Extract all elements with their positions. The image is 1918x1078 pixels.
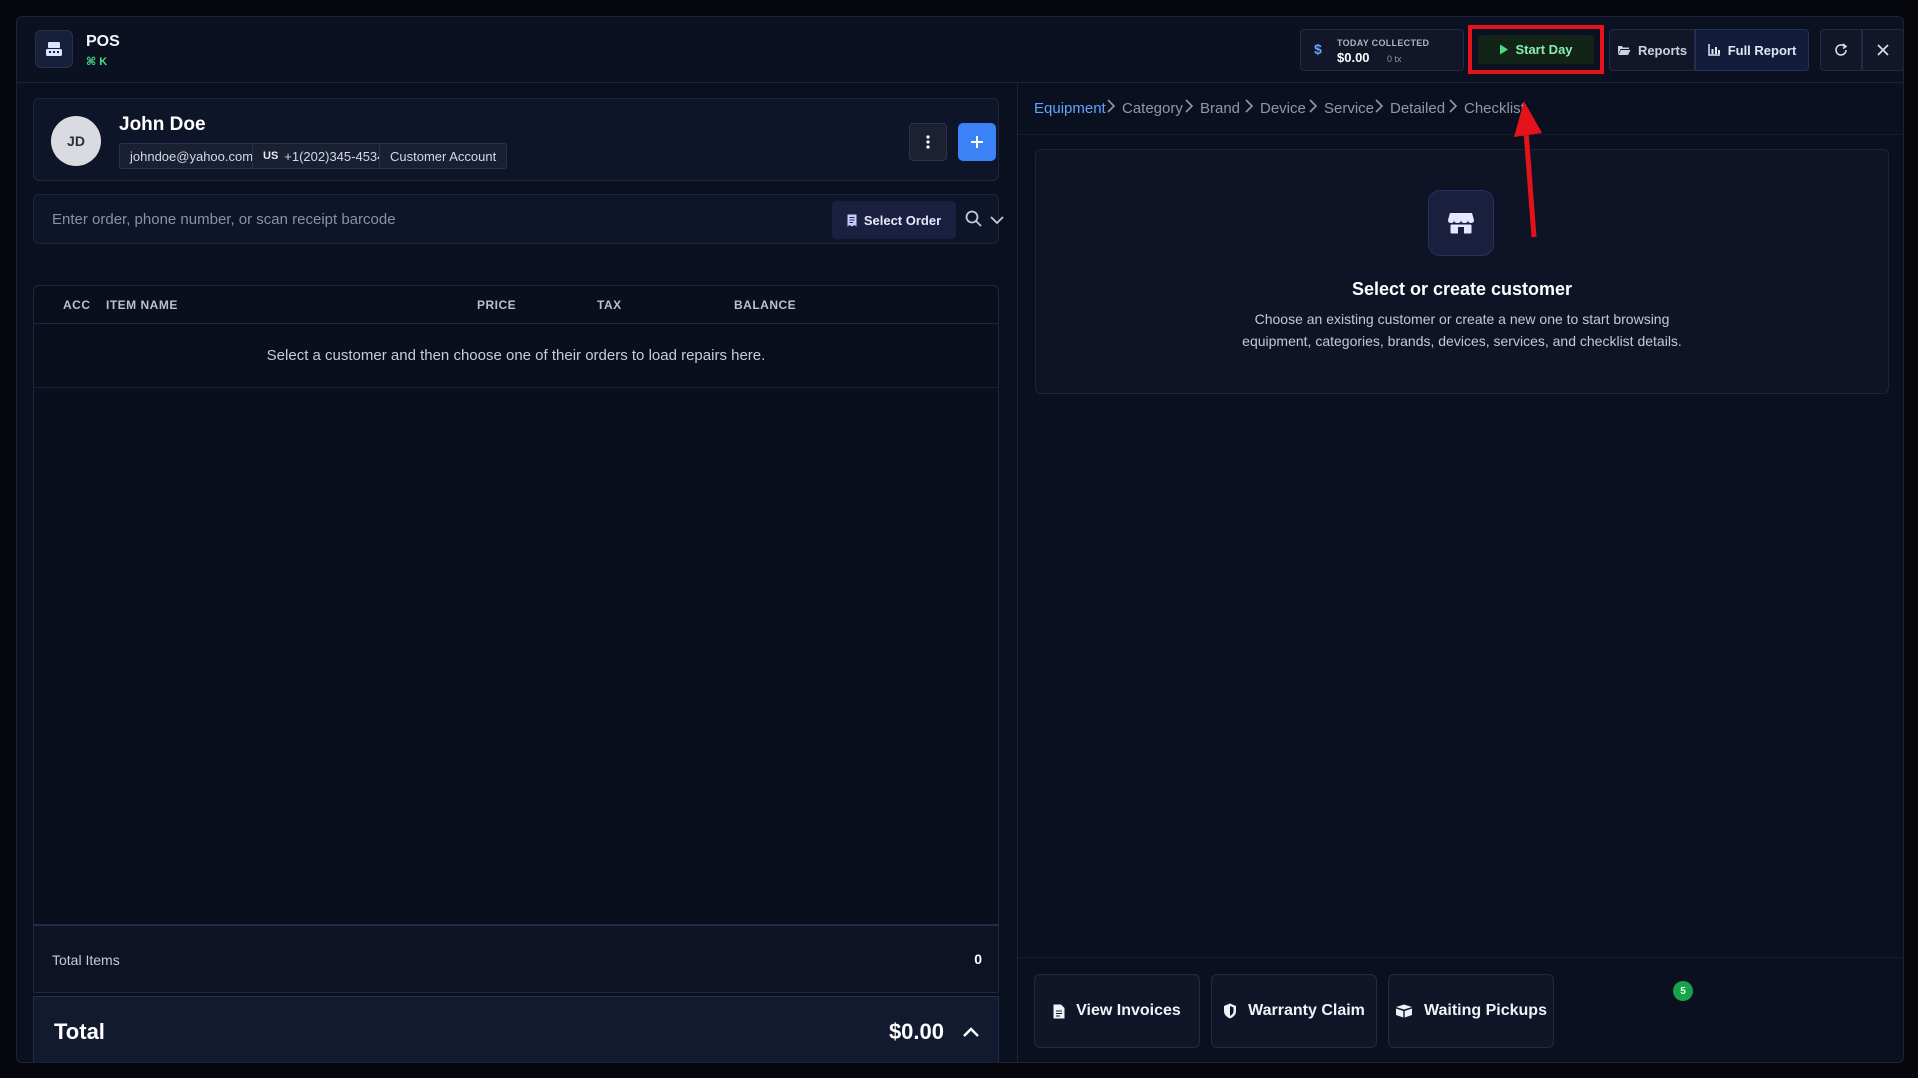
warranty-claim-label: Warranty Claim <box>1248 1002 1365 1019</box>
customer-phone: +1(202)345-4534 <box>284 148 385 164</box>
breadcrumb-device[interactable]: Device <box>1260 100 1306 117</box>
country-code: US <box>263 150 279 162</box>
chevron-right-icon <box>1245 99 1254 113</box>
total-items-row: Total Items 0 <box>33 925 999 993</box>
chevron-right-icon <box>1185 99 1194 113</box>
total-value: $0.00 <box>888 1019 944 1044</box>
panel-divider <box>1017 83 1018 1062</box>
receipt-icon <box>847 214 857 226</box>
view-invoices-label: View Invoices <box>1076 1002 1181 1019</box>
chevron-up-icon[interactable] <box>962 1024 980 1040</box>
column-price: PRICE <box>477 298 517 312</box>
order-search-bar: Select Order <box>33 194 1004 244</box>
column-balance: BALANCE <box>734 298 797 312</box>
select-order-label: Select Order <box>863 212 942 228</box>
chevron-right-icon <box>1449 99 1458 113</box>
customer-email-chip: johndoe@yahoo.com <box>119 143 265 169</box>
add-customer-button[interactable] <box>958 123 996 161</box>
app-title: POS <box>86 33 120 50</box>
column-item-name: ITEM NAME <box>106 298 178 312</box>
reports-button[interactable]: Reports <box>1609 29 1695 71</box>
close-button[interactable] <box>1862 29 1903 71</box>
customer-account-label: Customer Account <box>390 148 497 164</box>
panel-title: Select or create customer <box>1351 279 1573 299</box>
order-search-input[interactable] <box>34 195 824 243</box>
table-empty-message: Select a customer and then choose one of… <box>34 324 998 388</box>
today-collected-widget: $ TODAY COLLECTED $0.00 0 tx <box>1300 29 1464 71</box>
dollar-icon: $ <box>1314 41 1322 57</box>
command-shortcut: ⌘ K <box>86 56 108 68</box>
waiting-pickups-button[interactable]: Waiting Pickups <box>1388 974 1554 1048</box>
breadcrumb-service[interactable]: Service <box>1324 100 1374 117</box>
cash-register-icon <box>35 30 73 68</box>
customer-phone-chip: US +1(202)345-4534 <box>252 143 396 169</box>
today-collected-amount: $0.00 <box>1337 50 1370 65</box>
column-tax: TAX <box>597 298 622 312</box>
panel-description: Choose an existing customer or create a … <box>1036 308 1888 352</box>
select-customer-panel: Select or create customer Choose an exis… <box>1035 149 1889 394</box>
more-vertical-icon <box>926 135 930 149</box>
more-options-button[interactable] <box>909 123 947 161</box>
customer-card: JD John Doe johndoe@yahoo.com US +1(202)… <box>33 98 999 181</box>
full-report-button[interactable]: Full Report <box>1695 29 1809 71</box>
pos-window: POS ⌘ K $ TODAY COLLECTED $0.00 0 tx Sta… <box>16 16 1904 1063</box>
breadcrumb: Equipment Category Brand Device Service … <box>1018 83 1903 135</box>
breadcrumb-detailed[interactable]: Detailed <box>1390 100 1445 117</box>
total-items-label: Total Items <box>52 952 120 968</box>
chevron-right-icon <box>1107 99 1116 113</box>
panel-description-line-2: equipment, categories, brands, devices, … <box>1242 333 1682 349</box>
close-icon <box>1877 44 1889 56</box>
reports-label: Reports <box>1637 42 1688 58</box>
breadcrumb-category[interactable]: Category <box>1122 100 1183 117</box>
view-invoices-button[interactable]: View Invoices <box>1034 974 1200 1048</box>
quick-actions-bar: View Invoices Warranty Claim Waiting Pic… <box>1018 957 1903 1062</box>
bar-chart-icon <box>1707 44 1720 56</box>
column-acc: ACC <box>63 298 91 312</box>
warranty-claim-button[interactable]: Warranty Claim <box>1211 974 1377 1048</box>
search-icon[interactable] <box>964 209 984 229</box>
waiting-pickups-label: Waiting Pickups <box>1424 1002 1547 1019</box>
customer-name: John Doe <box>119 114 206 135</box>
today-collected-label: TODAY COLLECTED <box>1337 38 1430 48</box>
table-header: ACC ITEM NAME PRICE TAX BALANCE <box>34 286 998 324</box>
boxes-icon <box>1396 1004 1412 1018</box>
plus-icon <box>971 136 983 148</box>
breadcrumb-equipment[interactable]: Equipment <box>1034 100 1106 117</box>
start-day-button[interactable]: Start Day <box>1478 35 1594 64</box>
avatar: JD <box>51 116 101 166</box>
start-day-highlight: Start Day <box>1468 25 1604 74</box>
shield-icon <box>1224 1003 1237 1019</box>
play-icon <box>1500 44 1509 55</box>
refresh-button[interactable] <box>1820 29 1862 71</box>
today-transactions-count: 0 tx <box>1387 54 1402 64</box>
pos-header: POS ⌘ K $ TODAY COLLECTED $0.00 0 tx Sta… <box>17 17 1903 83</box>
total-items-value: 0 <box>974 951 982 967</box>
chevron-right-icon <box>1309 99 1318 113</box>
repair-items-table: ACC ITEM NAME PRICE TAX BALANCE Select a… <box>33 285 999 925</box>
folder-open-icon <box>1617 46 1631 55</box>
breadcrumb-brand[interactable]: Brand <box>1200 100 1240 117</box>
refresh-icon <box>1835 43 1848 56</box>
customer-account-chip[interactable]: Customer Account <box>379 143 508 169</box>
total-label: Total <box>54 1019 105 1044</box>
chevron-down-icon[interactable] <box>989 210 1005 230</box>
order-panel: JD John Doe johndoe@yahoo.com US +1(202)… <box>17 83 1017 1062</box>
annotation-arrow <box>1514 101 1542 238</box>
full-report-label: Full Report <box>1727 42 1797 58</box>
panel-description-line-1: Choose an existing customer or create a … <box>1254 311 1670 327</box>
chevron-right-icon <box>1375 99 1384 113</box>
document-icon <box>1053 1004 1065 1018</box>
select-order-button[interactable]: Select Order <box>832 201 956 239</box>
waiting-pickups-count-badge: 5 <box>1673 981 1693 1001</box>
total-summary[interactable]: Total $0.00 <box>33 996 999 1062</box>
store-icon <box>1428 190 1494 256</box>
start-day-label: Start Day <box>1515 42 1573 57</box>
customer-email: johndoe@yahoo.com <box>130 148 254 164</box>
